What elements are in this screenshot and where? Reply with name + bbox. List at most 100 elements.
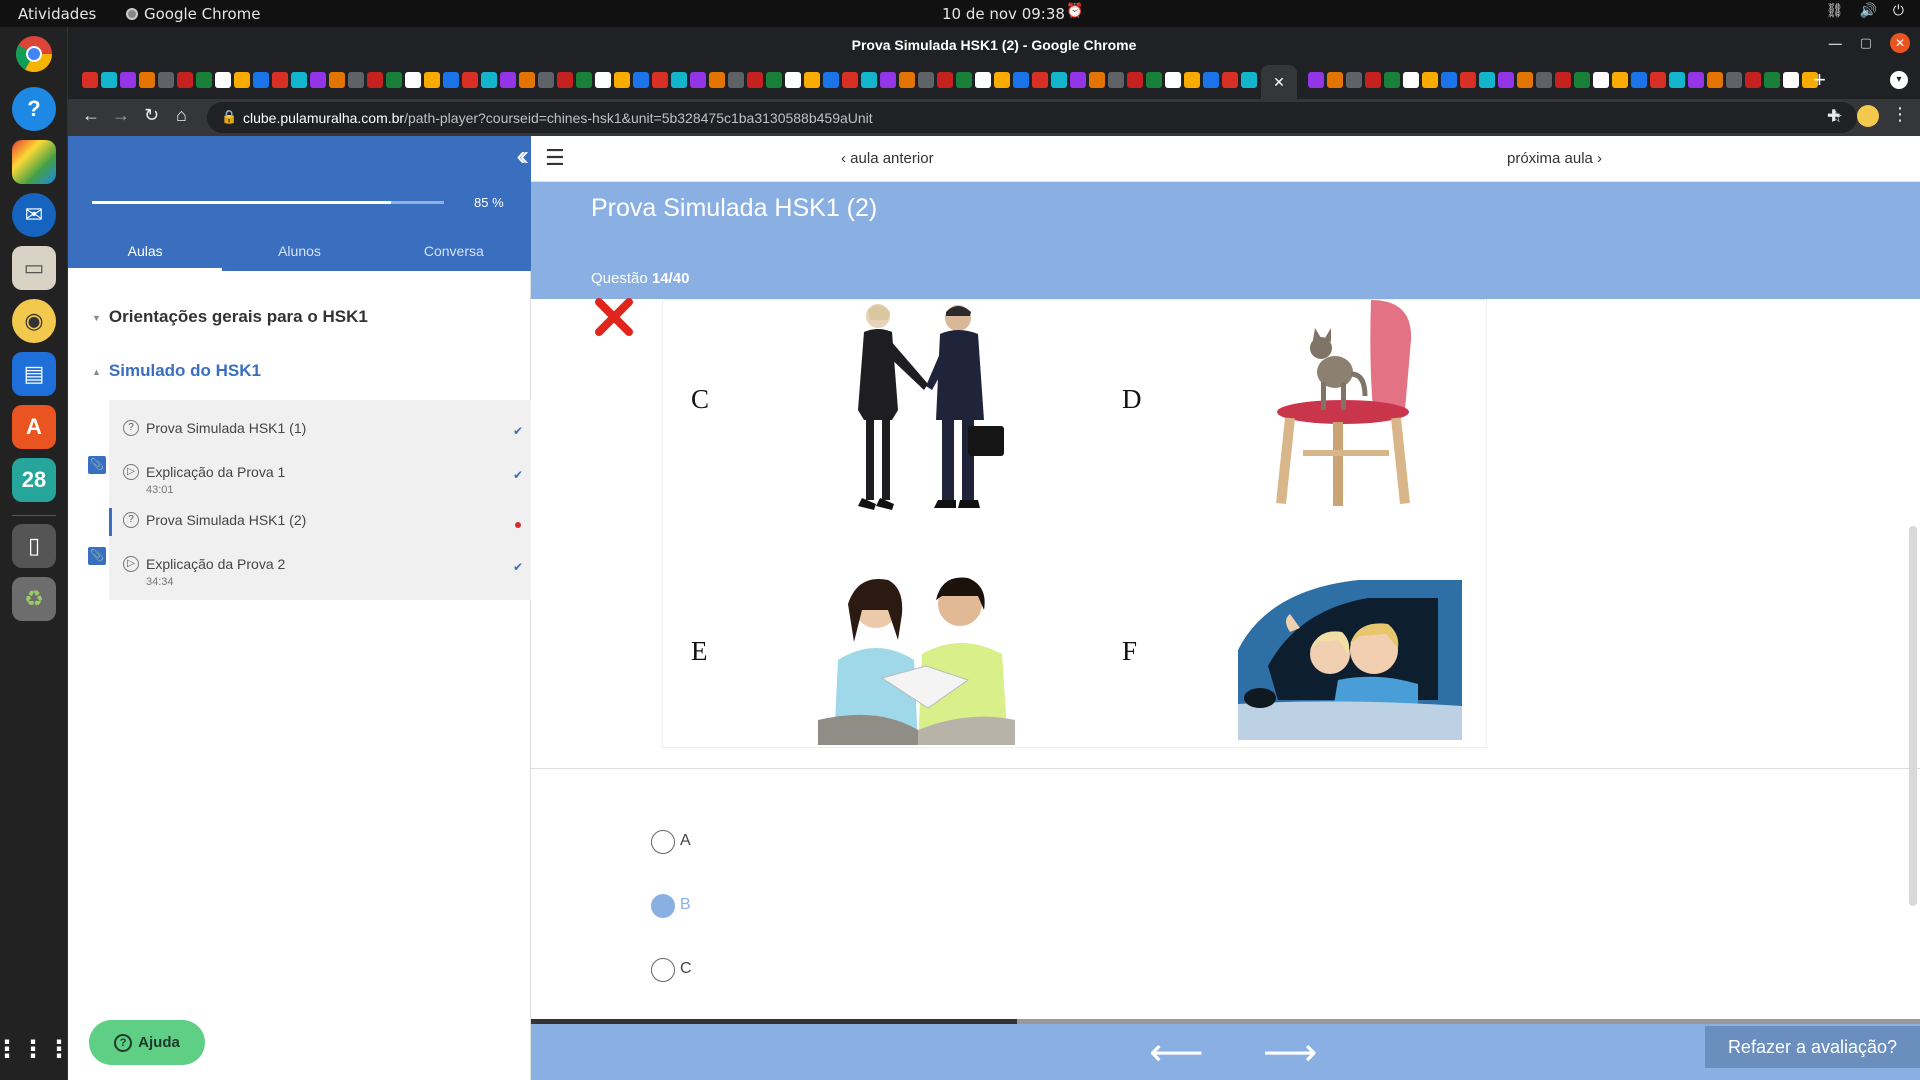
activities-button[interactable]: Atividades bbox=[18, 5, 96, 23]
thunderbird-icon[interactable]: ✉ bbox=[12, 193, 56, 237]
option-a-label[interactable]: A bbox=[680, 832, 691, 850]
tab-favicon[interactable] bbox=[1403, 72, 1419, 88]
tab-search-icon[interactable]: ▾ bbox=[1890, 71, 1908, 89]
tab-favicon[interactable] bbox=[1165, 72, 1181, 88]
app-center-icon[interactable]: A bbox=[12, 405, 56, 449]
tab-favicon[interactable] bbox=[1631, 72, 1647, 88]
tab-favicon[interactable] bbox=[785, 72, 801, 88]
option-b-radio[interactable] bbox=[651, 894, 675, 918]
tab-favicon[interactable] bbox=[1593, 72, 1609, 88]
tab-favicon[interactable] bbox=[1365, 72, 1381, 88]
option-c-radio[interactable] bbox=[651, 958, 675, 982]
maximize-icon[interactable]: ▢ bbox=[1860, 35, 1872, 51]
tab-favicon[interactable] bbox=[614, 72, 630, 88]
tab-favicon[interactable] bbox=[1108, 72, 1124, 88]
tab-favicon[interactable] bbox=[1517, 72, 1533, 88]
tab-favicon[interactable] bbox=[1479, 72, 1495, 88]
tab-favicon[interactable] bbox=[1327, 72, 1343, 88]
tab-favicon[interactable] bbox=[1203, 72, 1219, 88]
hamburger-menu-icon[interactable]: ☰ bbox=[545, 147, 565, 169]
tab-favicon[interactable] bbox=[823, 72, 839, 88]
tab-favicon[interactable] bbox=[1032, 72, 1048, 88]
tab-favicon[interactable] bbox=[1650, 72, 1666, 88]
tab-favicon[interactable] bbox=[1460, 72, 1476, 88]
tab-favicon[interactable] bbox=[1384, 72, 1400, 88]
back-icon[interactable]: ← bbox=[82, 105, 100, 126]
tab-favicon[interactable] bbox=[272, 72, 288, 88]
tab-favicon[interactable] bbox=[158, 72, 174, 88]
address-bar[interactable]: 🔒 clube.pulamuralha.com.br/path-player?c… bbox=[207, 102, 1857, 133]
tab-favicon[interactable] bbox=[234, 72, 250, 88]
tab-favicon[interactable] bbox=[386, 72, 402, 88]
option-b-label[interactable]: B bbox=[680, 896, 691, 914]
app-menu[interactable]: Google Chrome bbox=[126, 5, 261, 23]
tab-favicon[interactable] bbox=[576, 72, 592, 88]
tab-favicon[interactable] bbox=[1070, 72, 1086, 88]
show-apps-icon[interactable]: ⋮⋮⋮ bbox=[0, 1027, 71, 1071]
avatar[interactable] bbox=[1857, 105, 1879, 127]
option-c-label[interactable]: C bbox=[680, 960, 692, 978]
help-button[interactable]: ? Ajuda bbox=[89, 1020, 205, 1065]
forward-icon[interactable]: → bbox=[112, 105, 130, 126]
lesson-item[interactable]: ▷ Explicação da Prova 2 34:34 ✔ bbox=[109, 548, 531, 594]
tab-favicon[interactable] bbox=[1688, 72, 1704, 88]
tab-favicon[interactable] bbox=[329, 72, 345, 88]
close-tab-icon[interactable]: ✕ bbox=[1261, 65, 1297, 99]
tab-conversa[interactable]: Conversa bbox=[377, 241, 531, 271]
tab-favicon[interactable] bbox=[994, 72, 1010, 88]
chrome-menu-icon[interactable]: ⋮ bbox=[1891, 104, 1909, 125]
lesson-item[interactable]: ? Prova Simulada HSK1 (1) ✔ bbox=[109, 412, 531, 458]
option-a-radio[interactable] bbox=[651, 830, 675, 854]
tab-favicon[interactable] bbox=[1612, 72, 1628, 88]
tab-favicon[interactable] bbox=[443, 72, 459, 88]
attachment-icon[interactable]: 📎 bbox=[88, 456, 106, 474]
tab-favicon[interactable] bbox=[899, 72, 915, 88]
tab-favicon[interactable] bbox=[1707, 72, 1723, 88]
system-tray[interactable]: ⛓ 🔊 ⏻ bbox=[1826, 3, 1904, 19]
tab-favicon[interactable] bbox=[709, 72, 725, 88]
tab-favicon[interactable] bbox=[405, 72, 421, 88]
minimize-icon[interactable]: — bbox=[1829, 36, 1842, 51]
attachment-icon[interactable]: 📎 bbox=[88, 547, 106, 565]
previous-lesson-link[interactable]: ‹ aula anterior bbox=[841, 150, 934, 167]
tab-favicon[interactable] bbox=[1555, 72, 1571, 88]
calendar-icon[interactable]: 28 bbox=[12, 458, 56, 502]
removable-drive-icon[interactable]: ▯ bbox=[12, 524, 56, 568]
new-tab-icon[interactable]: + bbox=[1813, 67, 1826, 93]
tab-favicon[interactable] bbox=[557, 72, 573, 88]
tab-favicon[interactable] bbox=[1241, 72, 1257, 88]
tab-favicon[interactable] bbox=[1127, 72, 1143, 88]
arrow-left-icon[interactable]: ⟵ bbox=[1149, 1030, 1203, 1075]
lesson-item[interactable]: ▷ Explicação da Prova 1 43:01 ✔ bbox=[109, 456, 531, 502]
tab-favicon[interactable] bbox=[747, 72, 763, 88]
tab-favicon[interactable] bbox=[82, 72, 98, 88]
tab-favicon[interactable] bbox=[766, 72, 782, 88]
tab-favicon[interactable] bbox=[1222, 72, 1238, 88]
tab-favicon[interactable] bbox=[671, 72, 687, 88]
rhythmbox-icon[interactable]: ◉ bbox=[12, 299, 56, 343]
tab-favicon[interactable] bbox=[1536, 72, 1552, 88]
tab-favicon[interactable] bbox=[481, 72, 497, 88]
tab-favicon[interactable] bbox=[1089, 72, 1105, 88]
tab-favicon[interactable] bbox=[652, 72, 668, 88]
tab-favicon[interactable] bbox=[1764, 72, 1780, 88]
tab-favicon[interactable] bbox=[1726, 72, 1742, 88]
close-icon[interactable]: ✕ bbox=[1890, 33, 1910, 53]
tab-favicon[interactable] bbox=[310, 72, 326, 88]
arrow-right-icon[interactable]: ⟶ bbox=[1263, 1030, 1317, 1075]
tab-favicon[interactable] bbox=[918, 72, 934, 88]
tab-favicon[interactable] bbox=[519, 72, 535, 88]
tab-favicon[interactable] bbox=[1146, 72, 1162, 88]
trash-icon[interactable]: ♻ bbox=[12, 577, 56, 621]
tab-favicon[interactable] bbox=[1441, 72, 1457, 88]
reload-icon[interactable]: ↻ bbox=[144, 105, 159, 126]
tab-favicon[interactable] bbox=[120, 72, 136, 88]
tab-favicon[interactable] bbox=[367, 72, 383, 88]
chrome-icon[interactable] bbox=[12, 32, 56, 76]
lesson-item-current[interactable]: ? Prova Simulada HSK1 (2) bbox=[109, 504, 531, 550]
tab-favicon[interactable] bbox=[728, 72, 744, 88]
tab-favicon[interactable] bbox=[538, 72, 554, 88]
collapse-sidebar-icon[interactable]: ‹‹ bbox=[516, 140, 528, 172]
tab-favicon[interactable] bbox=[956, 72, 972, 88]
tab-favicon[interactable] bbox=[139, 72, 155, 88]
